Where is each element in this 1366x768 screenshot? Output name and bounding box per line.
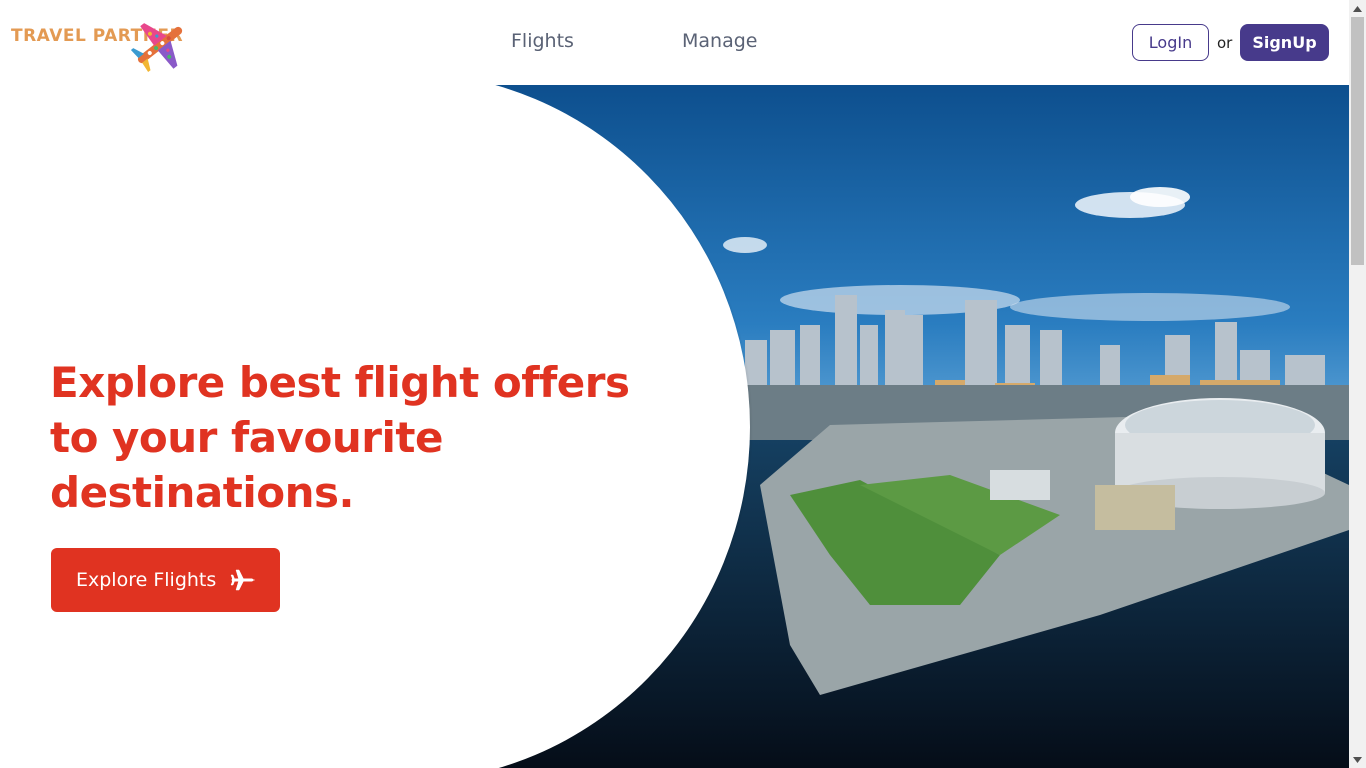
nav-manage-link[interactable]: Manage <box>682 30 757 52</box>
nav-flights-link[interactable]: Flights <box>511 30 574 52</box>
scrollbar-thumb[interactable] <box>1351 17 1364 265</box>
logo-airplane-icon <box>130 23 183 73</box>
airplane-icon <box>230 569 256 591</box>
hero-heading: Explore best flight offers to your favou… <box>50 358 630 517</box>
auth-separator-text: or <box>1217 34 1233 52</box>
site-header: TRAVEL PARTNER Flights Manage LogIn or S… <box>0 0 1349 85</box>
hero-section: Explore best flight offers to your favou… <box>0 85 1349 768</box>
scroll-up-arrow-icon[interactable] <box>1349 0 1366 17</box>
explore-flights-button[interactable]: Explore Flights <box>51 548 280 612</box>
page-scrollbar[interactable] <box>1349 0 1366 768</box>
explore-flights-label: Explore Flights <box>76 569 217 591</box>
scroll-down-arrow-icon[interactable] <box>1349 751 1366 768</box>
login-button[interactable]: LogIn <box>1132 24 1209 61</box>
brand-logo[interactable]: TRAVEL PARTNER <box>8 14 193 76</box>
signup-button[interactable]: SignUp <box>1240 24 1329 61</box>
